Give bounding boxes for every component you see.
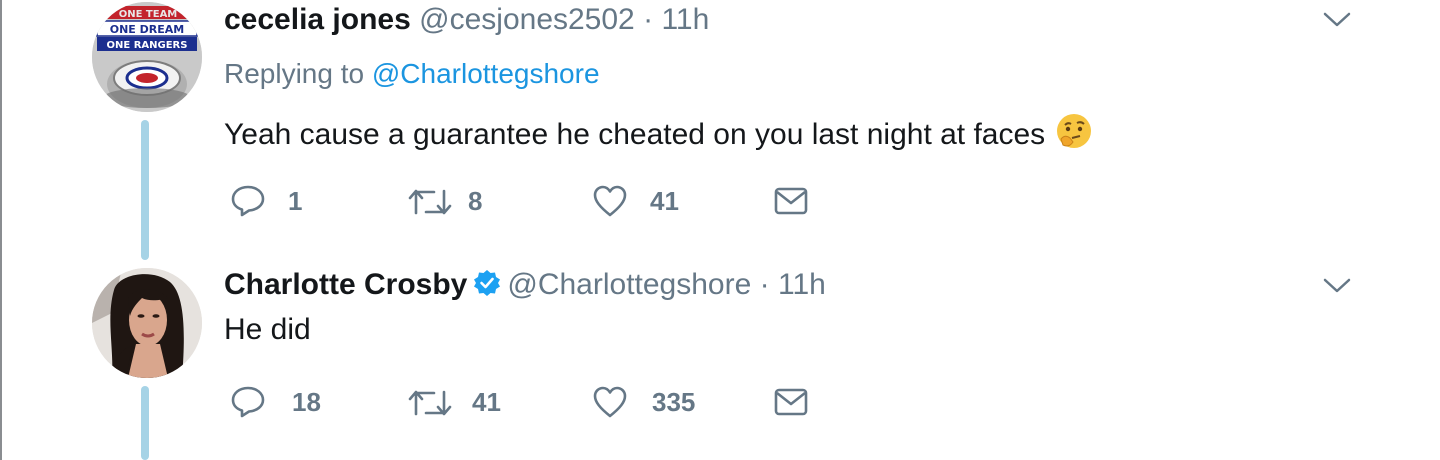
timestamp[interactable]: 11h (778, 268, 826, 301)
tweet-text: Yeah cause a guarantee he cheated on you… (224, 112, 1093, 159)
reply-icon (231, 386, 265, 418)
verified-badge-icon (473, 269, 501, 306)
direct-message-button[interactable] (773, 185, 809, 217)
thread-connector-line-2 (141, 386, 149, 460)
thinking-face-emoji (1055, 112, 1093, 159)
direct-message-button[interactable] (773, 386, 809, 418)
envelope-icon (774, 187, 808, 215)
like-button[interactable]: 335 (592, 385, 695, 419)
like-button[interactable]: 41 (592, 184, 679, 218)
tweet-text-body: He did (224, 313, 311, 346)
author-handle[interactable]: @cesjones2502 (419, 3, 635, 36)
chevron-down-icon[interactable] (1322, 10, 1352, 30)
like-count: 335 (652, 386, 696, 417)
envelope-icon (774, 388, 808, 416)
reply-button[interactable]: 1 (230, 184, 302, 218)
heart-icon (593, 185, 627, 217)
author-name[interactable]: cecelia jones (224, 3, 411, 36)
svg-text:ONE DREAM: ONE DREAM (110, 23, 184, 36)
avatar-charlotte-crosby[interactable] (92, 268, 202, 378)
tweet-header: cecelia jones @cesjones2502 · 11h (224, 2, 709, 38)
retweet-icon (408, 390, 452, 415)
avatar-cecelia-jones[interactable]: ONE TEAM ONE DREAM ONE RANGERS (92, 2, 202, 112)
reply-count: 18 (292, 386, 321, 417)
chevron-down-icon[interactable] (1322, 276, 1352, 296)
left-border (0, 0, 2, 460)
separator-dot: · (759, 268, 770, 301)
like-count: 41 (650, 185, 679, 216)
retweet-icon (408, 189, 452, 214)
reply-count: 1 (288, 185, 303, 216)
svg-text:ONE RANGERS: ONE RANGERS (107, 40, 188, 51)
tweet-header-2: Charlotte Crosby @Charlottegshore · 11h (224, 267, 826, 306)
retweet-count: 8 (468, 186, 483, 216)
tweet-text-2: He did (224, 312, 311, 348)
retweet-button[interactable]: 41 (408, 387, 501, 418)
reply-button[interactable]: 18 (230, 385, 321, 419)
thread-connector-line (141, 120, 149, 260)
svg-text:ONE TEAM: ONE TEAM (119, 9, 178, 20)
heart-icon (593, 386, 627, 418)
retweet-count: 41 (472, 387, 501, 417)
rangers-badge-image: ONE TEAM ONE DREAM ONE RANGERS (92, 2, 202, 112)
author-handle[interactable]: @Charlottegshore (507, 268, 751, 301)
timestamp[interactable]: 11h (661, 3, 709, 36)
replying-to-link[interactable]: @Charlottegshore (372, 58, 600, 89)
retweet-button[interactable]: 8 (408, 186, 482, 217)
tweet-text-body: Yeah cause a guarantee he cheated on you… (224, 118, 1046, 151)
replying-to: Replying to @Charlottegshore (224, 58, 600, 90)
replying-to-label: Replying to (224, 58, 365, 89)
reply-icon (231, 185, 265, 217)
author-name[interactable]: Charlotte Crosby (224, 268, 467, 301)
separator-dot: · (643, 3, 654, 36)
profile-photo-image (92, 268, 202, 378)
